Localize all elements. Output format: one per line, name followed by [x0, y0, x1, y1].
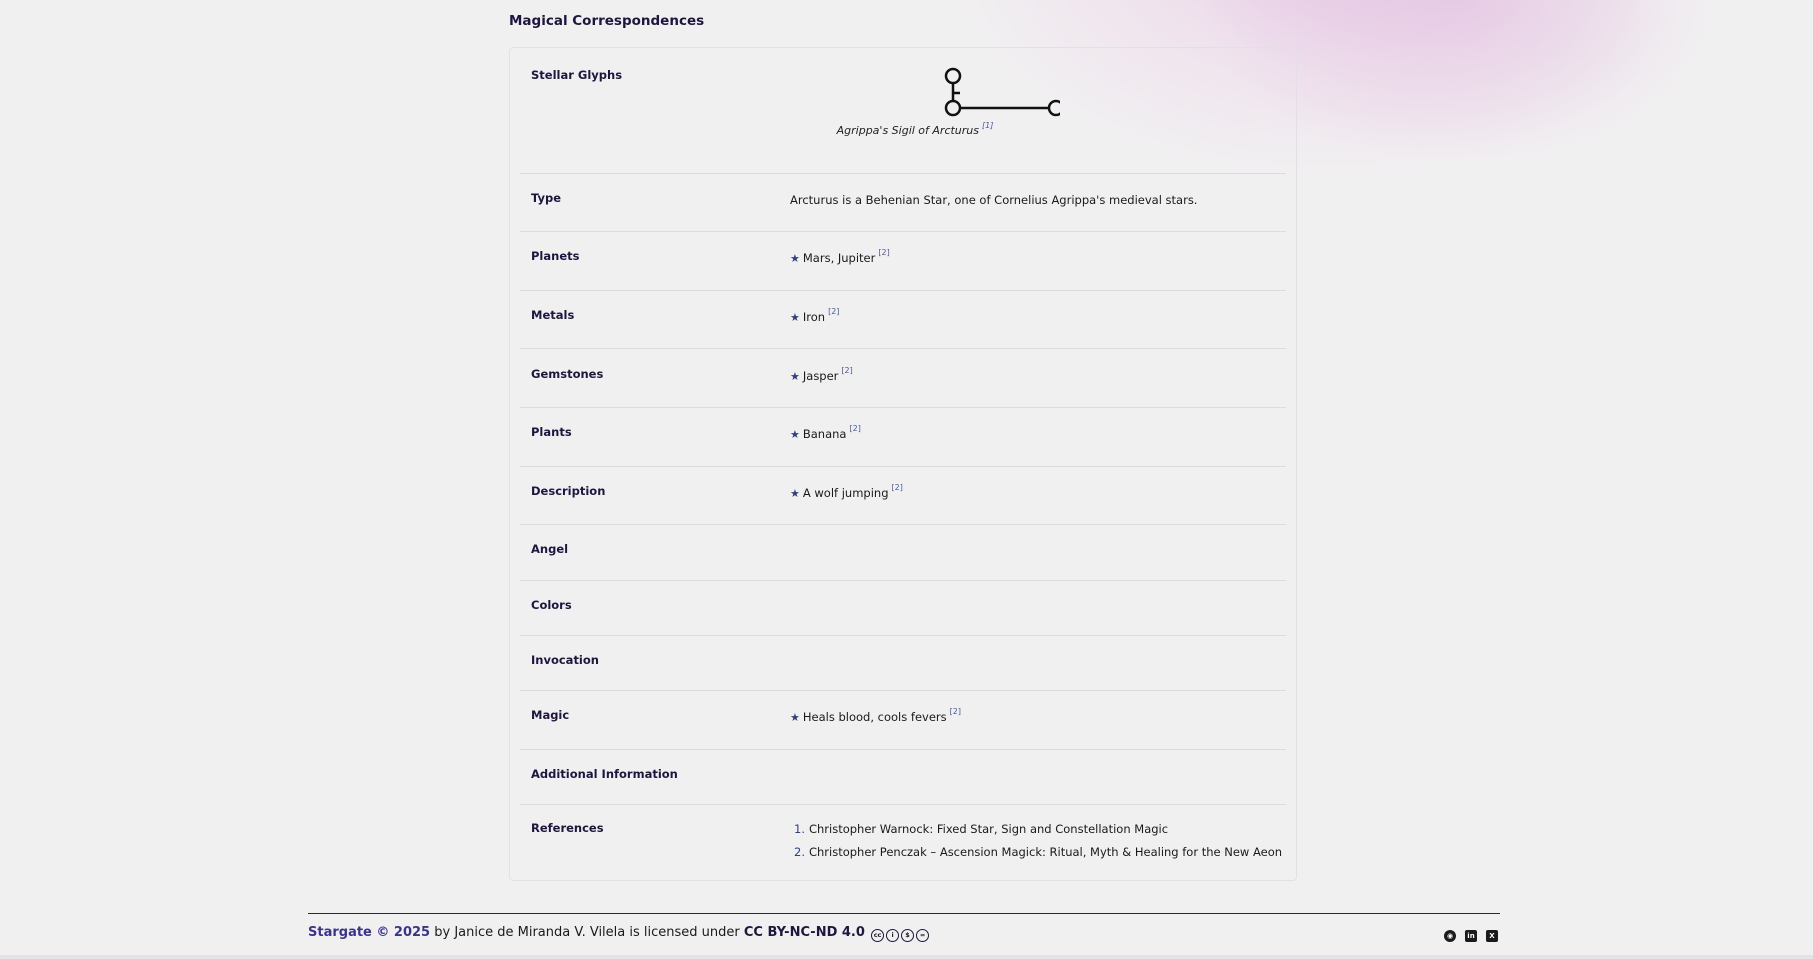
reference-link[interactable]: [2] — [878, 248, 889, 257]
row-description: Description ★ A wolf jumping [2] — [520, 466, 1286, 525]
row-value: Arcturus is a Behenian Star, one of Corn… — [790, 193, 1198, 207]
footer-license: Stargate © 2025 by Janice de Miranda V. … — [308, 925, 930, 942]
row-value: ★ Heals blood, cools fevers [2] — [790, 707, 961, 724]
reference-link[interactable]: [2] — [950, 707, 961, 716]
row-label: Gemstones — [531, 367, 604, 381]
row-metals: Metals ★ Iron [2] — [520, 290, 1286, 349]
star-icon: ★ — [790, 370, 800, 383]
row-plants: Plants ★ Banana [2] — [520, 407, 1286, 467]
row-label: Description — [531, 484, 606, 498]
value-text: Jasper — [802, 369, 839, 383]
row-label: Invocation — [531, 653, 599, 667]
reference-item: 2. Christopher Penczak – Ascension Magick… — [794, 845, 1282, 859]
row-label: References — [531, 821, 604, 835]
row-magic: Magic ★ Heals blood, cools fevers [2] — [520, 690, 1286, 750]
star-icon: ★ — [790, 711, 800, 724]
row-value: ★ Mars, Jupiter [2] — [790, 248, 890, 265]
value-text: Iron — [802, 310, 826, 324]
row-type: Type Arcturus is a Behenian Star, one of… — [520, 173, 1286, 232]
row-gemstones: Gemstones ★ Jasper [2] — [520, 348, 1286, 408]
arcturus-sigil-icon — [944, 67, 1060, 117]
value-text: Mars, Jupiter — [802, 251, 876, 265]
row-value: ★ Banana [2] — [790, 424, 861, 441]
row-label: Plants — [531, 425, 572, 439]
cc-icon: cc — [871, 929, 885, 942]
footer-divider — [308, 913, 1500, 914]
row-label: Planets — [531, 249, 580, 263]
reference-item: 1. Christopher Warnock: Fixed Star, Sign … — [794, 822, 1168, 836]
star-icon: ★ — [790, 487, 800, 500]
reference-link[interactable]: [2] — [828, 307, 839, 316]
star-icon: ★ — [790, 428, 800, 441]
sigil-caption: Agrippa's Sigil of Arcturus [1] — [520, 121, 1310, 137]
section-title: Magical Correspondences — [509, 13, 705, 29]
cc-by-icon: i — [886, 929, 900, 942]
social-links: ◉ in X — [1435, 930, 1498, 942]
row-value: ★ A wolf jumping [2] — [790, 483, 903, 500]
reference-text: Christopher Penczak – Ascension Magick: … — [808, 845, 1283, 859]
value-text: Heals blood, cools fevers — [802, 710, 947, 724]
reference-link[interactable]: [1] — [982, 121, 993, 130]
row-value: ★ Iron [2] — [790, 307, 839, 324]
cc-nc-icon: $ — [901, 929, 915, 942]
row-stellar-glyphs: Stellar Glyphs Agrippa's Sigil of Arctur… — [520, 48, 1286, 174]
correspondences-table: Stellar Glyphs Agrippa's Sigil of Arctur… — [509, 47, 1297, 881]
license-link[interactable]: CC BY-NC-ND 4.0 — [744, 925, 865, 940]
row-references: References 1. Christopher Warnock: Fixed … — [520, 804, 1286, 874]
x-icon[interactable]: X — [1486, 930, 1498, 942]
caption-text: Agrippa's Sigil of Arcturus — [836, 124, 980, 137]
row-label: Colors — [531, 598, 572, 612]
stargate-link[interactable]: Stargate © 2025 — [308, 925, 430, 940]
reference-number: 2. — [794, 845, 805, 859]
row-label: Type — [531, 191, 562, 205]
reference-text: Christopher Warnock: Fixed Star, Sign an… — [808, 822, 1169, 836]
row-label: Additional Information — [531, 767, 678, 781]
reference-link[interactable]: [2] — [892, 483, 903, 492]
cc-nd-icon: = — [916, 929, 930, 942]
linkedin-icon[interactable]: in — [1465, 930, 1477, 942]
row-label: Angel — [531, 542, 569, 556]
star-icon: ★ — [790, 252, 800, 265]
row-label: Metals — [531, 308, 575, 322]
row-additional-information: Additional Information — [520, 749, 1286, 805]
browser-bottom-bar — [0, 955, 1813, 959]
star-icon: ★ — [790, 311, 800, 324]
reference-number: 1. — [794, 822, 805, 836]
row-value: ★ Jasper [2] — [790, 366, 853, 383]
cc-license-icons: cc i $ = — [869, 925, 930, 942]
row-planets: Planets ★ Mars, Jupiter [2] — [520, 231, 1286, 291]
reference-link[interactable]: [2] — [849, 424, 860, 433]
row-invocation: Invocation — [520, 635, 1286, 691]
row-colors: Colors — [520, 580, 1286, 636]
row-label: Stellar Glyphs — [531, 68, 623, 82]
row-angel: Angel — [520, 524, 1286, 581]
footer-by-text: by Janice de Miranda V. Vilela is licens… — [430, 925, 744, 940]
row-label: Magic — [531, 708, 570, 722]
reference-link[interactable]: [2] — [841, 366, 852, 375]
github-icon[interactable]: ◉ — [1444, 930, 1456, 942]
value-text: A wolf jumping — [802, 486, 889, 500]
value-text: Banana — [802, 427, 847, 441]
